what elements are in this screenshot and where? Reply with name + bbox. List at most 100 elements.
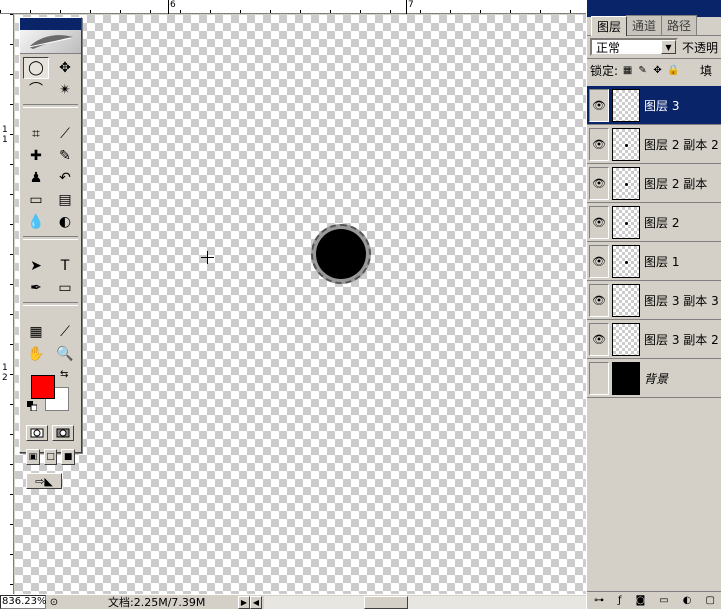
swap-colors-icon[interactable]: ⇆ <box>60 369 68 380</box>
lock-label: 锁定: <box>590 64 619 78</box>
thumbnail-dot <box>625 221 628 225</box>
foreground-color-swatch[interactable] <box>31 375 55 399</box>
document-canvas[interactable] <box>15 15 586 594</box>
ruler-label: 6 <box>170 0 176 10</box>
eyedropper-tool-icon: ⟋ <box>60 324 70 340</box>
scrollbar-thumb[interactable] <box>364 595 408 609</box>
default-colors-icon[interactable] <box>27 401 37 411</box>
eraser-tool[interactable]: ▭ <box>23 189 49 211</box>
new-layer-icon[interactable]: ▢ <box>706 595 715 606</box>
layer-row[interactable]: 👁 图层 3 副本 3 <box>587 281 721 320</box>
feather-logo-icon[interactable] <box>20 30 81 54</box>
pen-tool-icon: ✒ <box>30 280 42 296</box>
visibility-eye-icon[interactable]: 👁 <box>589 127 609 161</box>
quick-mask-button[interactable] <box>52 425 74 441</box>
dodge-tool[interactable]: ◐ <box>52 211 78 233</box>
marquee-tool[interactable]: ◯ <box>23 57 49 79</box>
layer-row[interactable]: 👁 图层 2 <box>587 203 721 242</box>
tool-separator <box>23 236 78 240</box>
panel-bottom-bar: ⊶ ƒ ◙ ▭ ◐ ▢ <box>587 591 721 609</box>
layer-style-icon[interactable]: ƒ <box>618 595 622 606</box>
visibility-eye-icon[interactable]: 👁 <box>589 322 609 356</box>
zoom-tool[interactable]: 🔍 <box>52 343 78 365</box>
layer-name: 图层 3 副本 3 <box>644 293 719 308</box>
visibility-eye-icon[interactable]: 👁 <box>589 244 609 278</box>
lasso-tool[interactable]: ⌒ <box>23 79 49 101</box>
type-tool[interactable]: T <box>52 255 78 277</box>
tab-channels[interactable]: 通道 <box>626 15 663 35</box>
standard-mode-button[interactable] <box>26 425 48 441</box>
lock-pixels-icon[interactable]: ✎ <box>637 65 648 76</box>
chevron-down-icon[interactable]: ▼ <box>660 40 676 54</box>
layer-thumbnail <box>612 166 640 200</box>
shape-tool-icon: ▭ <box>58 280 72 296</box>
scroll-left-arrow-icon[interactable]: ◀ <box>250 595 262 609</box>
blur-tool[interactable]: 💧 <box>23 211 49 233</box>
path-selection-tool[interactable]: ➤ <box>23 255 49 277</box>
blend-mode-select[interactable]: 正常 ▼ <box>590 38 678 56</box>
magic-wand-tool[interactable]: ✴ <box>52 79 78 101</box>
standard-screen-button[interactable]: ▣ <box>26 449 40 465</box>
link-layers-icon[interactable]: ⊶ <box>594 595 604 606</box>
zoom-input[interactable]: 836.23% <box>0 595 47 609</box>
slice-tool-icon: ⟋ <box>60 126 70 142</box>
visibility-eye-icon[interactable] <box>589 361 609 395</box>
full-screen-menu-button[interactable]: □ <box>43 449 58 465</box>
history-brush-tool[interactable]: ↶ <box>52 167 78 189</box>
adjustment-layer-icon[interactable]: ◐ <box>683 595 692 606</box>
thumbnail-dot <box>625 143 628 147</box>
lock-position-icon[interactable]: ✥ <box>652 65 663 76</box>
status-bar: 836.23% ⊙ 文档:2.25M/7.39M ▶ ◀ <box>0 594 586 609</box>
full-screen-button[interactable]: ■ <box>61 449 76 465</box>
tab-layers[interactable]: 图层 <box>591 16 628 36</box>
lock-all-icon[interactable]: 🔒 <box>667 65 679 76</box>
hand-tool[interactable]: ✋ <box>23 343 49 365</box>
status-menu-arrow-icon[interactable]: ▶ <box>238 595 250 609</box>
layer-row[interactable]: 👁 图层 2 副本 <box>587 164 721 203</box>
visibility-eye-icon[interactable]: 👁 <box>589 166 609 200</box>
type-tool-icon: T <box>60 258 70 274</box>
layer-row[interactable]: 👁 图层 3 <box>587 86 721 125</box>
add-mask-icon[interactable]: ◙ <box>636 595 646 606</box>
pen-tool[interactable]: ✒ <box>23 277 49 299</box>
marquee-tool-icon: ◯ <box>28 60 44 76</box>
ruler-label: 1 <box>2 363 8 373</box>
ruler-tick <box>406 0 407 14</box>
hand-tool-icon: ✋ <box>27 346 45 362</box>
notes-tool[interactable]: ▦ <box>23 321 49 343</box>
visibility-eye-icon[interactable]: 👁 <box>589 283 609 317</box>
blend-row: 正常 ▼ 不透明 <box>587 36 721 58</box>
layer-row[interactable]: 👁 图层 3 副本 2 <box>587 320 721 359</box>
brush-tool[interactable]: ✎ <box>52 145 78 167</box>
visibility-eye-icon[interactable]: 👁 <box>589 88 609 122</box>
color-swatches: ⇆ <box>23 369 78 421</box>
eyedropper-tool[interactable]: ⟋ <box>52 321 78 343</box>
gradient-tool[interactable]: ▤ <box>52 189 78 211</box>
healing-brush-tool-icon: ✚ <box>30 148 42 164</box>
clone-stamp-tool[interactable]: ♟ <box>23 167 49 189</box>
layer-thumbnail <box>612 205 640 239</box>
healing-brush-tool[interactable]: ✚ <box>23 145 49 167</box>
brush-tool-icon: ✎ <box>59 148 71 164</box>
gradient-tool-icon: ▤ <box>58 192 72 208</box>
slice-tool[interactable]: ⟋ <box>52 123 78 145</box>
toolbox-title-bar[interactable] <box>20 18 81 30</box>
shape-tool[interactable]: ▭ <box>52 277 78 299</box>
dodge-tool-icon: ◐ <box>58 214 72 230</box>
layer-row[interactable]: 👁 图层 2 副本 2 <box>587 125 721 164</box>
move-tool[interactable]: ✥ <box>52 57 78 79</box>
crop-tool[interactable]: ⌗ <box>23 123 49 145</box>
jump-to-imageready-button[interactable]: ⇨◣ <box>26 473 62 489</box>
lock-transparency-icon[interactable]: ▦ <box>622 65 633 76</box>
layer-list: 👁 图层 3 👁 图层 2 副本 2 👁 图层 2 副本 👁 图层 2 👁 图层 1 👁 图层 3 副… <box>587 86 721 398</box>
tab-paths[interactable]: 路径 <box>661 15 698 35</box>
visibility-eye-icon[interactable]: 👁 <box>589 205 609 239</box>
horizontal-scrollbar[interactable] <box>264 595 586 609</box>
layer-thumbnail <box>612 283 640 317</box>
new-set-icon[interactable]: ▭ <box>659 595 668 606</box>
toolbox: ◯ ✥ ⌒ ✴ ⌗ ⟋ ✚ ✎ ♟ ↶ ▭ ▤ 💧 ◐ ➤ T ✒ ▭ ▦ ⟋ ✋ 🔍 ⇆ ▣ □ ■ ⇨◣ <box>19 17 82 489</box>
layer-row[interactable]: 背景 <box>587 359 721 398</box>
tool-grid: ◯ ✥ ⌒ ✴ ⌗ ⟋ ✚ ✎ ♟ ↶ ▭ ▤ 💧 ◐ ➤ T ✒ ▭ ▦ ⟋ ✋ 🔍 <box>20 54 81 365</box>
top-ruler: 6 7 <box>0 0 586 14</box>
layer-row[interactable]: 👁 图层 1 <box>587 242 721 281</box>
